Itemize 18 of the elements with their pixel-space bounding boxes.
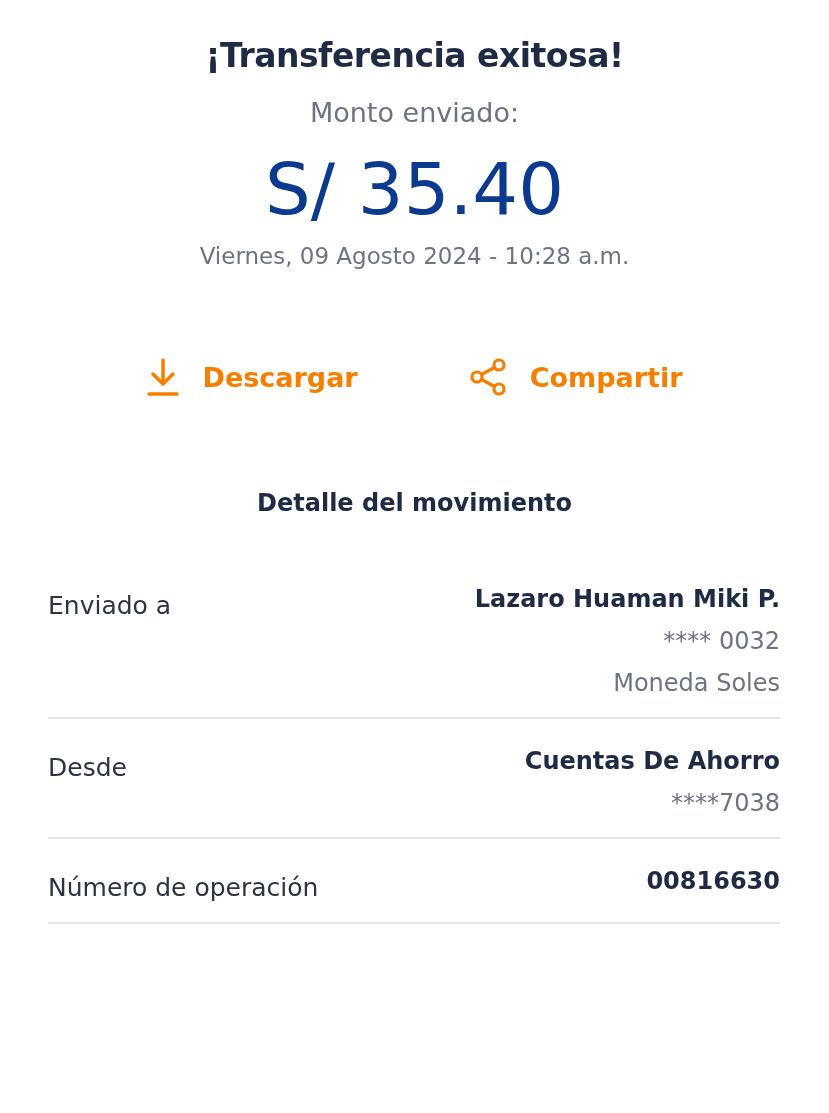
share-button[interactable]: Compartir bbox=[467, 357, 683, 398]
detail-label: Número de operación bbox=[48, 872, 319, 903]
section-title: Detalle del movimiento bbox=[257, 489, 572, 518]
detail-label: Enviado a bbox=[48, 590, 172, 623]
detail-value: 00816630 bbox=[646, 867, 780, 896]
page-title: ¡Transferencia exitosa! bbox=[205, 36, 624, 75]
detail-value: Moneda Soles bbox=[613, 669, 780, 698]
detail-value: Cuentas De Ahorro bbox=[524, 747, 780, 776]
detail-value: ****7038 bbox=[670, 789, 780, 818]
amount-value: S/ 35.40 bbox=[265, 150, 564, 230]
download-icon bbox=[146, 357, 181, 398]
detail-value: **** 0032 bbox=[663, 627, 780, 656]
date-text: Viernes, 09 Agosto 2024 - 10:28 a.m. bbox=[199, 243, 630, 270]
share-icon bbox=[467, 357, 508, 398]
download-button[interactable]: Descargar bbox=[146, 357, 358, 398]
amount-label: Monto enviado: bbox=[309, 97, 520, 128]
detail-label: Desde bbox=[48, 752, 127, 785]
detail-value: Lazaro Huaman Miki P. bbox=[474, 585, 780, 614]
